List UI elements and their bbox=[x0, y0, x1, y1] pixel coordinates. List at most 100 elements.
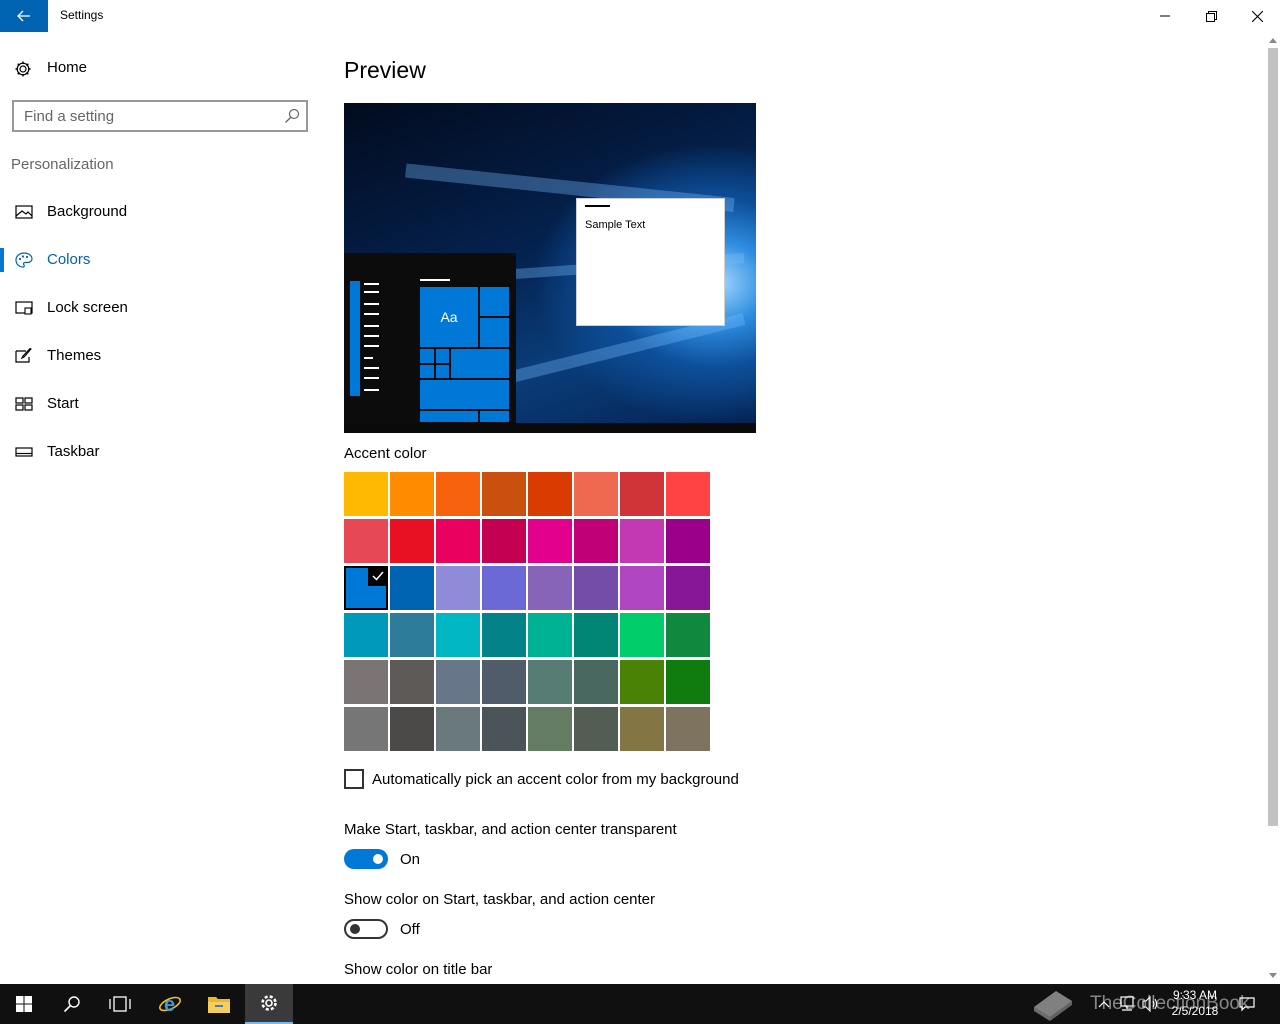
settings-taskbar-button[interactable] bbox=[245, 984, 293, 1024]
accent-color-swatch[interactable] bbox=[390, 519, 434, 563]
accent-color-swatch[interactable] bbox=[390, 613, 434, 657]
sidebar-item-background[interactable]: Background bbox=[0, 192, 320, 232]
sidebar: Home Personalization Background Colors L… bbox=[0, 32, 320, 984]
accent-color-swatch[interactable] bbox=[620, 566, 664, 610]
accent-color-swatch[interactable] bbox=[574, 707, 618, 751]
restore-button[interactable] bbox=[1188, 0, 1234, 32]
accent-color-heading: Accent color bbox=[344, 445, 427, 462]
minimize-button[interactable] bbox=[1142, 0, 1188, 32]
scroll-down-arrow-icon[interactable] bbox=[1269, 973, 1277, 978]
sidebar-item-label: Start bbox=[47, 395, 79, 412]
taskbar-clock[interactable]: 9:33 AM 2/5/2018 bbox=[1160, 987, 1230, 1019]
preview-tile bbox=[419, 410, 479, 423]
accent-color-swatch[interactable] bbox=[344, 707, 388, 751]
accent-color-swatch[interactable] bbox=[436, 707, 480, 751]
accent-color-swatch[interactable] bbox=[344, 519, 388, 563]
main-scrollbar[interactable] bbox=[1266, 32, 1280, 984]
accent-color-swatch[interactable] bbox=[344, 613, 388, 657]
sidebar-item-lock-screen[interactable]: Lock screen bbox=[0, 288, 320, 328]
sidebar-item-colors[interactable]: Colors bbox=[0, 240, 320, 280]
auto-pick-accent-row[interactable]: Automatically pick an accent color from … bbox=[344, 769, 739, 789]
start-list-line bbox=[364, 283, 379, 285]
sidebar-item-label: Lock screen bbox=[47, 299, 128, 316]
accent-color-swatch[interactable] bbox=[528, 613, 572, 657]
scroll-up-arrow-icon[interactable] bbox=[1269, 38, 1277, 43]
accent-color-swatch[interactable] bbox=[436, 472, 480, 516]
search-input[interactable] bbox=[14, 102, 274, 130]
restore-icon bbox=[1205, 10, 1217, 22]
accent-color-swatch[interactable] bbox=[482, 613, 526, 657]
accent-color-swatch[interactable] bbox=[482, 519, 526, 563]
action-center-icon bbox=[1239, 997, 1255, 1012]
chevron-up-icon bbox=[1098, 1001, 1110, 1008]
accent-color-swatch[interactable] bbox=[482, 707, 526, 751]
sidebar-item-themes[interactable]: Themes bbox=[0, 336, 320, 376]
accent-color-swatch[interactable] bbox=[390, 472, 434, 516]
accent-color-swatch[interactable] bbox=[528, 519, 572, 563]
accent-color-swatch[interactable] bbox=[436, 660, 480, 704]
auto-pick-accent-label: Automatically pick an accent color from … bbox=[372, 770, 739, 788]
palette-icon bbox=[15, 252, 33, 268]
accent-color-swatch[interactable] bbox=[482, 660, 526, 704]
windows-taskbar: e TheCollectionBook 9:33 AM 2/5/2018 bbox=[0, 984, 1280, 1024]
taskbar-search-button[interactable] bbox=[48, 984, 96, 1024]
accent-color-swatch[interactable] bbox=[528, 566, 572, 610]
internet-explorer-button[interactable]: e bbox=[146, 984, 194, 1024]
network-button[interactable] bbox=[1116, 984, 1138, 1024]
accent-color-swatch[interactable] bbox=[666, 472, 710, 516]
transparency-toggle[interactable] bbox=[344, 849, 388, 869]
taskbar-icon bbox=[15, 447, 33, 457]
accent-color-swatch[interactable] bbox=[390, 566, 434, 610]
show-color-start-toggle[interactable] bbox=[344, 919, 388, 939]
auto-pick-accent-checkbox[interactable] bbox=[344, 769, 364, 789]
accent-color-swatch[interactable] bbox=[620, 707, 664, 751]
accent-color-swatch[interactable] bbox=[666, 519, 710, 563]
transparency-label: Make Start, taskbar, and action center t… bbox=[344, 821, 677, 838]
preview-tile bbox=[419, 364, 435, 379]
accent-color-swatch[interactable] bbox=[436, 519, 480, 563]
file-explorer-button[interactable] bbox=[195, 984, 243, 1024]
gear-icon bbox=[15, 61, 31, 77]
sidebar-item-start[interactable]: Start bbox=[0, 384, 320, 424]
accent-color-swatch[interactable] bbox=[436, 613, 480, 657]
accent-color-swatch[interactable] bbox=[436, 566, 480, 610]
accent-color-swatch[interactable] bbox=[344, 472, 388, 516]
accent-color-swatch[interactable] bbox=[574, 660, 618, 704]
settings-gear-icon bbox=[261, 995, 277, 1011]
accent-color-swatch[interactable] bbox=[344, 660, 388, 704]
accent-color-swatch[interactable] bbox=[574, 472, 618, 516]
start-button[interactable] bbox=[0, 984, 48, 1024]
action-center-button[interactable] bbox=[1236, 984, 1258, 1024]
back-button[interactable] bbox=[0, 0, 48, 32]
accent-color-swatch[interactable] bbox=[620, 519, 664, 563]
search-box[interactable] bbox=[12, 100, 308, 132]
start-rail bbox=[350, 281, 360, 396]
accent-color-swatch[interactable] bbox=[528, 472, 572, 516]
accent-color-swatch[interactable] bbox=[390, 660, 434, 704]
accent-color-swatch[interactable] bbox=[574, 613, 618, 657]
show-color-start-label: Show color on Start, taskbar, and action… bbox=[344, 891, 656, 908]
accent-color-swatch[interactable] bbox=[482, 472, 526, 516]
accent-color-swatch[interactable] bbox=[574, 566, 618, 610]
accent-color-swatch[interactable] bbox=[390, 707, 434, 751]
accent-color-swatch[interactable] bbox=[620, 613, 664, 657]
accent-color-swatch[interactable] bbox=[574, 519, 618, 563]
show-hidden-icons-button[interactable] bbox=[1094, 984, 1114, 1024]
close-button[interactable] bbox=[1234, 0, 1280, 32]
accent-color-swatch[interactable] bbox=[666, 566, 710, 610]
task-view-button[interactable] bbox=[96, 984, 144, 1024]
home-nav-item[interactable]: Home bbox=[0, 52, 320, 84]
accent-color-swatch[interactable] bbox=[620, 472, 664, 516]
accent-color-swatch[interactable] bbox=[666, 707, 710, 751]
sidebar-item-taskbar[interactable]: Taskbar bbox=[0, 432, 320, 472]
network-icon bbox=[1120, 996, 1134, 1011]
accent-color-swatch[interactable] bbox=[344, 566, 388, 610]
scroll-thumb[interactable] bbox=[1268, 48, 1278, 826]
accent-color-swatch[interactable] bbox=[666, 660, 710, 704]
accent-color-swatch[interactable] bbox=[528, 660, 572, 704]
volume-button[interactable] bbox=[1140, 984, 1162, 1024]
accent-color-swatch[interactable] bbox=[666, 613, 710, 657]
accent-color-swatch[interactable] bbox=[620, 660, 664, 704]
accent-color-swatch[interactable] bbox=[528, 707, 572, 751]
accent-color-swatch[interactable] bbox=[482, 566, 526, 610]
